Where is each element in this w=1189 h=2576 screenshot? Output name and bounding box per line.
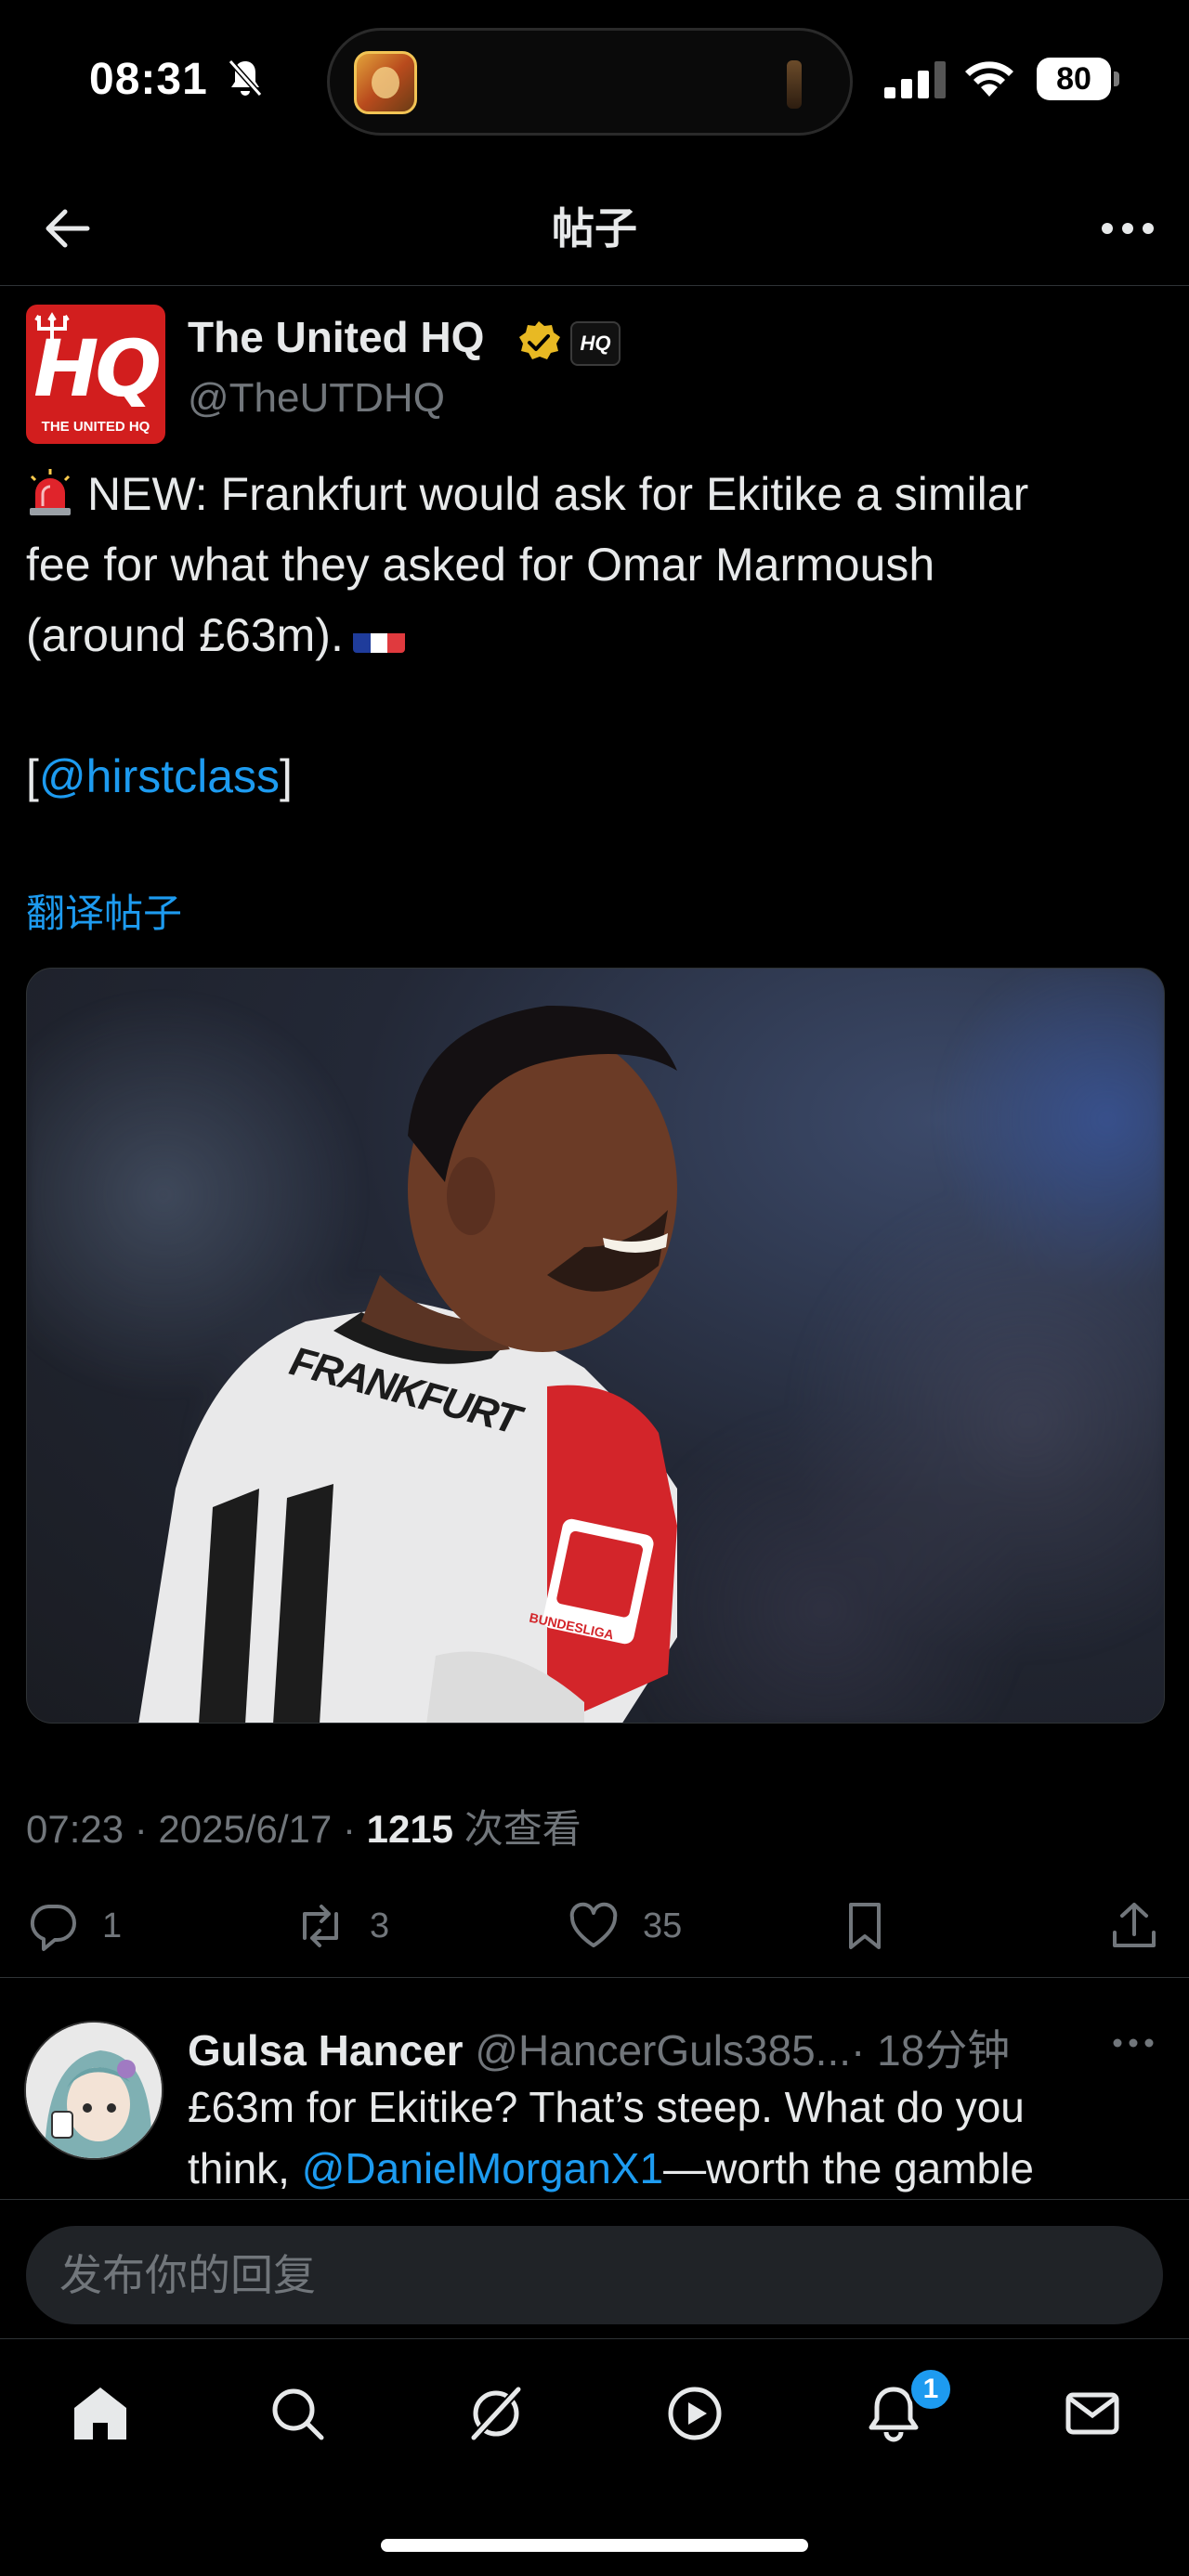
status-time: 08:31 xyxy=(89,55,208,104)
post-text-mention-line: [@hirstclass] xyxy=(26,741,1169,812)
reply-button[interactable]: 1 xyxy=(26,1896,122,1956)
reply-composer-bar: 发布你的回复 xyxy=(0,2199,1189,2338)
reply-more-button[interactable] xyxy=(1105,2024,1161,2062)
more-options-button[interactable] xyxy=(1094,195,1161,262)
post-actions: 1 3 35 xyxy=(0,1885,1189,1978)
mention-suffix: ] xyxy=(280,750,293,802)
reply-text: £63m for Ekitike? That’s steep. What do … xyxy=(188,2076,1172,2199)
post-metadata: 07:23 · 2025/6/17 · 1215 次查看 xyxy=(26,1798,581,1854)
reply-avatar[interactable] xyxy=(24,2021,163,2160)
reply-time: · 18分钟 xyxy=(851,2026,1011,2075)
tab-home[interactable] xyxy=(63,2376,137,2451)
tab-video[interactable] xyxy=(658,2376,732,2451)
bookmark-icon xyxy=(849,1903,881,1949)
views-label: 次查看 xyxy=(453,1807,581,1851)
avatar-logo-text: HQ xyxy=(33,323,162,414)
reply-author-handle[interactable]: @HancerGuls385... xyxy=(475,2026,851,2075)
post-text-line-3: (around £63m). xyxy=(26,600,1169,670)
reply-header: Gulsa Hancer @HancerGuls385...· 18分钟 xyxy=(188,2017,1010,2078)
live-activity-indicator xyxy=(787,60,802,109)
mention-prefix: [ xyxy=(26,750,39,802)
battery-level: 80 xyxy=(1037,58,1111,100)
reply-text-line-1: £63m for Ekitike? That’s steep. What do … xyxy=(188,2083,1025,2131)
post-text-line-1-text: NEW: Frankfurt would ask for Ekitike a s… xyxy=(87,468,1029,520)
back-arrow-icon xyxy=(46,209,90,248)
repost-count: 3 xyxy=(370,1906,390,1945)
views-count: 1215 xyxy=(366,1807,454,1851)
messages-icon xyxy=(1065,2392,1119,2435)
repost-icon xyxy=(303,1905,338,1947)
share-icon xyxy=(1113,1903,1156,1947)
dynamic-island[interactable] xyxy=(327,28,853,136)
post-timestamp[interactable]: 07:23 · 2025/6/17 · xyxy=(26,1807,367,1851)
bookmark-button[interactable] xyxy=(838,1896,892,1956)
tab-search[interactable] xyxy=(260,2376,334,2451)
tab-messages[interactable] xyxy=(1055,2376,1130,2451)
like-count: 35 xyxy=(643,1906,683,1945)
search-icon xyxy=(272,2388,324,2440)
reply-author-name[interactable]: Gulsa Hancer xyxy=(188,2026,464,2075)
post-image[interactable]: FRANKFURT BUNDESLIGA xyxy=(26,968,1165,1724)
bell-off-icon xyxy=(228,59,263,97)
video-icon xyxy=(668,2387,722,2440)
like-button[interactable]: 35 xyxy=(567,1896,682,1956)
back-button[interactable] xyxy=(33,195,100,262)
more-icon xyxy=(1102,223,1154,234)
share-button[interactable] xyxy=(1107,1896,1161,1956)
grok-icon xyxy=(468,2384,524,2443)
reply-count: 1 xyxy=(102,1906,123,1945)
battery-cap xyxy=(1114,72,1119,86)
reply-mention-link[interactable]: @DanielMorganX1 xyxy=(302,2144,663,2192)
france-flag-icon xyxy=(352,618,405,653)
repost-button[interactable]: 3 xyxy=(294,1896,389,1956)
author-handle[interactable]: @TheUTDHQ xyxy=(188,375,445,422)
mention-link[interactable]: @hirstclass xyxy=(39,750,280,802)
notification-badge: 1 xyxy=(908,2367,953,2412)
avatar-logo-subtext: THE UNITED HQ xyxy=(41,419,150,435)
wifi-icon xyxy=(965,61,1013,97)
reply-icon xyxy=(30,1905,76,1951)
tab-grok[interactable] xyxy=(459,2376,533,2451)
home-icon xyxy=(74,2387,126,2439)
battery-indicator: 80 xyxy=(1037,58,1120,100)
page-title: 帖子 xyxy=(552,204,637,253)
cellular-signal-icon xyxy=(884,61,946,98)
reply-line2-suffix: —worth the gamble xyxy=(663,2144,1034,2192)
player-photo xyxy=(138,1005,677,1723)
post-text-line-3-text: (around £63m). xyxy=(26,609,344,661)
affiliate-badge[interactable]: HQ xyxy=(570,321,621,366)
post-header: 帖子 xyxy=(0,167,1189,286)
status-bar: 08:31 80 xyxy=(0,0,1189,158)
translate-post-link[interactable]: 翻译帖子 xyxy=(26,882,182,939)
siren-icon xyxy=(30,469,71,515)
anime-avatar-illustration xyxy=(26,2023,162,2158)
home-indicator[interactable] xyxy=(381,2539,808,2552)
post-text-line-1: NEW: Frankfurt would ask for Ekitike a s… xyxy=(26,459,1169,529)
reply-text-line-2: think, @DanielMorganX1—worth the gamble xyxy=(188,2138,1172,2199)
verified-badge-icon[interactable] xyxy=(516,319,561,364)
post-text-line-2: fee for what they asked for Omar Marmous… xyxy=(26,539,935,591)
post-text: NEW: Frankfurt would ask for Ekitike a s… xyxy=(26,459,1169,812)
live-activity-app-icon xyxy=(354,51,417,114)
more-icon xyxy=(1113,2038,1154,2048)
reply-line2-prefix: think, xyxy=(188,2144,302,2192)
author-avatar[interactable]: HQ THE UNITED HQ xyxy=(26,305,165,444)
author-name[interactable]: The United HQ xyxy=(188,312,484,362)
reply-input[interactable]: 发布你的回复 xyxy=(26,2226,1163,2324)
like-icon xyxy=(569,1902,618,1947)
post-text-blank xyxy=(26,670,1169,741)
